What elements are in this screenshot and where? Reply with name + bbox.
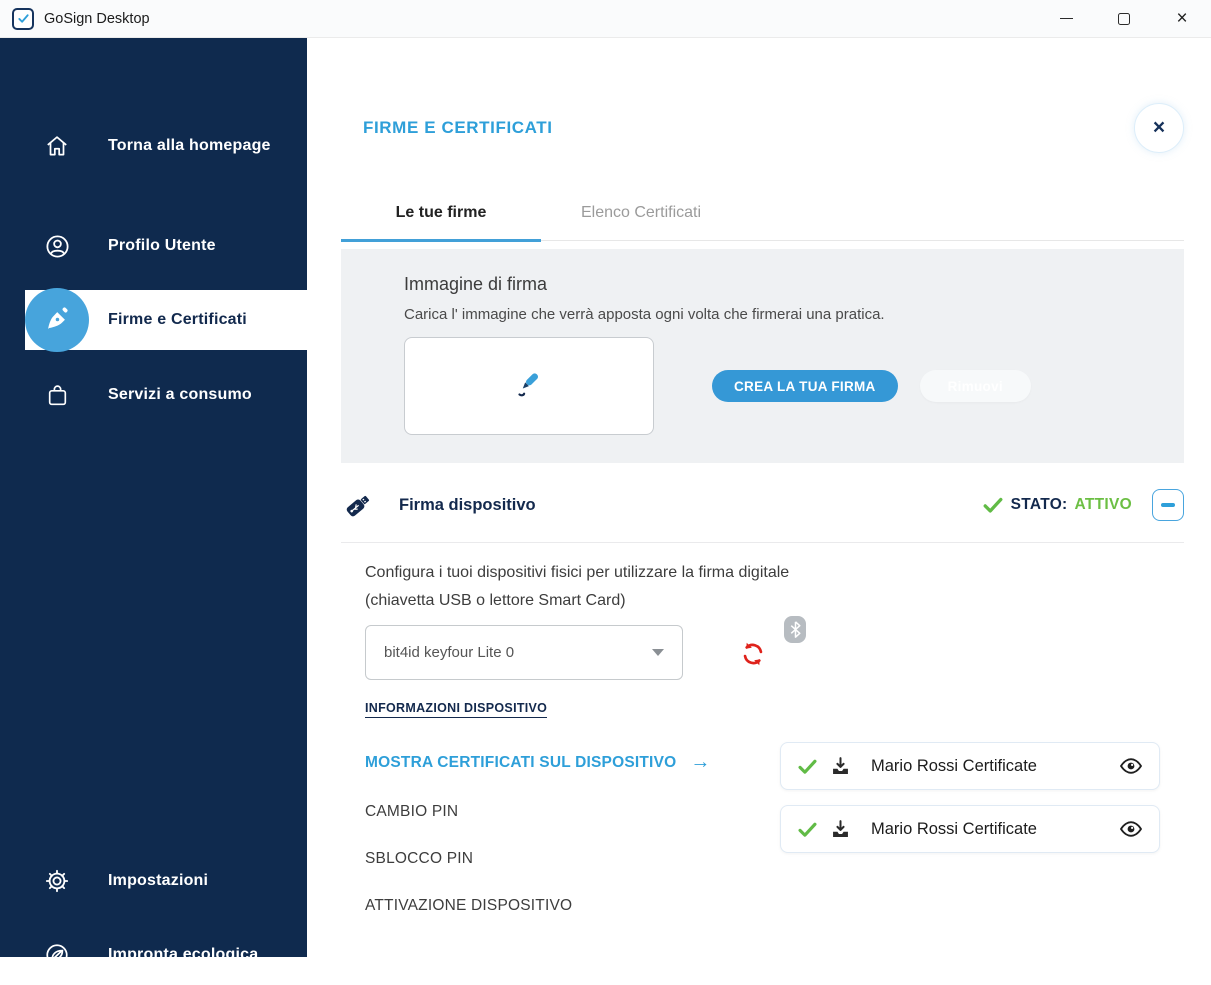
download-certificate-icon[interactable] <box>830 756 851 777</box>
device-info-link[interactable]: INFORMAZIONI DISPOSITIVO <box>365 701 547 718</box>
show-certificates-link[interactable]: MOSTRA CERTIFICATI SUL DISPOSITIVO → <box>365 751 780 774</box>
status-label: STATO: <box>1011 496 1068 514</box>
sidebar-item-profilo-utente[interactable]: Profilo Utente <box>0 216 307 276</box>
signature-image-panel: Immagine di firma Carica l' immagine che… <box>341 249 1184 463</box>
home-icon <box>40 133 74 159</box>
sidebar-item-label: Torna alla homepage <box>108 137 271 155</box>
change-pin-link[interactable]: CAMBIO PIN <box>365 803 780 821</box>
titlebar: GoSign Desktop × <box>0 0 1211 38</box>
sidebar-item-firme-certificati[interactable]: Firme e Certificati <box>0 290 307 350</box>
sidebar-item-label: Firme e Certificati <box>108 311 247 329</box>
close-window-button[interactable]: × <box>1153 0 1211 37</box>
device-select-value: bit4id keyfour Lite 0 <box>384 644 514 661</box>
shopping-bag-icon <box>40 383 74 408</box>
collapse-section-button[interactable] <box>1152 489 1184 521</box>
tab-elenco-certificati[interactable]: Elenco Certificati <box>541 180 741 240</box>
window-title: GoSign Desktop <box>44 11 150 27</box>
minimize-icon <box>1060 18 1073 20</box>
maximize-button[interactable] <box>1095 0 1153 37</box>
window-controls: × <box>1037 0 1211 37</box>
sidebar-item-label: Impostazioni <box>108 872 208 890</box>
device-config-text: Configura i tuoi dispositivi fisici per … <box>365 559 810 615</box>
section-divider <box>341 542 1184 543</box>
maximize-icon <box>1118 13 1130 25</box>
refresh-icon <box>739 640 767 668</box>
tab-bar: Le tue firme Elenco Certificati <box>341 180 1184 241</box>
tab-le-tue-firme[interactable]: Le tue firme <box>341 180 541 240</box>
sidebar: Torna alla homepage Profilo Utente Firme… <box>0 38 307 957</box>
create-signature-button[interactable]: CREA LA TUA FIRMA <box>712 370 898 402</box>
certificate-name: Mario Rossi Certificate <box>871 820 1037 839</box>
activate-device-link[interactable]: ATTIVAZIONE DISPOSITIVO <box>365 897 780 915</box>
user-profile-icon <box>40 233 74 260</box>
leaf-icon <box>40 942 74 968</box>
certificate-card: Mario Rossi Certificate <box>780 805 1160 853</box>
device-section-title: Firma dispositivo <box>399 496 536 515</box>
sidebar-item-homepage[interactable]: Torna alla homepage <box>0 116 307 176</box>
view-certificate-button[interactable] <box>1119 817 1143 841</box>
pen-placeholder-icon <box>509 366 549 406</box>
view-certificate-button[interactable] <box>1119 754 1143 778</box>
eye-icon <box>1119 817 1143 841</box>
gear-icon <box>40 868 74 894</box>
sidebar-item-label: Servizi a consumo <box>108 386 252 404</box>
refresh-devices-button[interactable] <box>739 640 767 668</box>
signature-preview-box[interactable] <box>404 337 654 435</box>
signature-panel-heading: Immagine di firma <box>404 274 1184 295</box>
page-title: FIRME E CERTIFICATI <box>363 118 553 138</box>
certificates-list: Mario Rossi Certificate <box>780 742 1160 915</box>
minus-icon <box>1161 503 1175 506</box>
status-check-icon <box>982 494 1004 516</box>
usb-device-icon <box>341 487 377 523</box>
app-logo-check-icon <box>12 8 34 30</box>
sidebar-item-impronta-ecologica[interactable]: Impronta ecologica <box>0 925 307 985</box>
main-content: FIRME E CERTIFICATI × Le tue firme Elenc… <box>307 38 1211 957</box>
certificate-name: Mario Rossi Certificate <box>871 757 1037 776</box>
eye-icon <box>1119 754 1143 778</box>
signature-panel-description: Carica l' immagine che verrà apposta ogn… <box>404 306 1184 323</box>
download-certificate-icon[interactable] <box>830 819 851 840</box>
close-icon: × <box>1176 9 1187 28</box>
pen-icon <box>25 288 89 352</box>
minimize-button[interactable] <box>1037 0 1095 37</box>
unlock-pin-link[interactable]: SBLOCCO PIN <box>365 850 780 868</box>
close-panel-button[interactable]: × <box>1134 103 1184 153</box>
sidebar-item-impostazioni[interactable]: Impostazioni <box>0 851 307 911</box>
show-certificates-label: MOSTRA CERTIFICATI SUL DISPOSITIVO <box>365 754 676 772</box>
device-select[interactable]: bit4id keyfour Lite 0 <box>365 625 683 680</box>
sidebar-item-label: Impronta ecologica <box>108 946 258 964</box>
device-signature-header: Firma dispositivo STATO: ATTIVO <box>341 481 1184 529</box>
certificate-card: Mario Rossi Certificate <box>780 742 1160 790</box>
sidebar-item-label: Profilo Utente <box>108 237 216 255</box>
close-icon: × <box>1153 116 1165 140</box>
arrow-right-icon: → <box>690 751 710 774</box>
chevron-down-icon <box>652 649 664 656</box>
bluetooth-icon <box>784 616 806 643</box>
remove-signature-button[interactable]: Rimuovi <box>920 370 1031 402</box>
valid-check-icon <box>797 819 818 840</box>
status-value: ATTIVO <box>1075 496 1132 514</box>
valid-check-icon <box>797 756 818 777</box>
sidebar-item-servizi-consumo[interactable]: Servizi a consumo <box>0 365 307 425</box>
